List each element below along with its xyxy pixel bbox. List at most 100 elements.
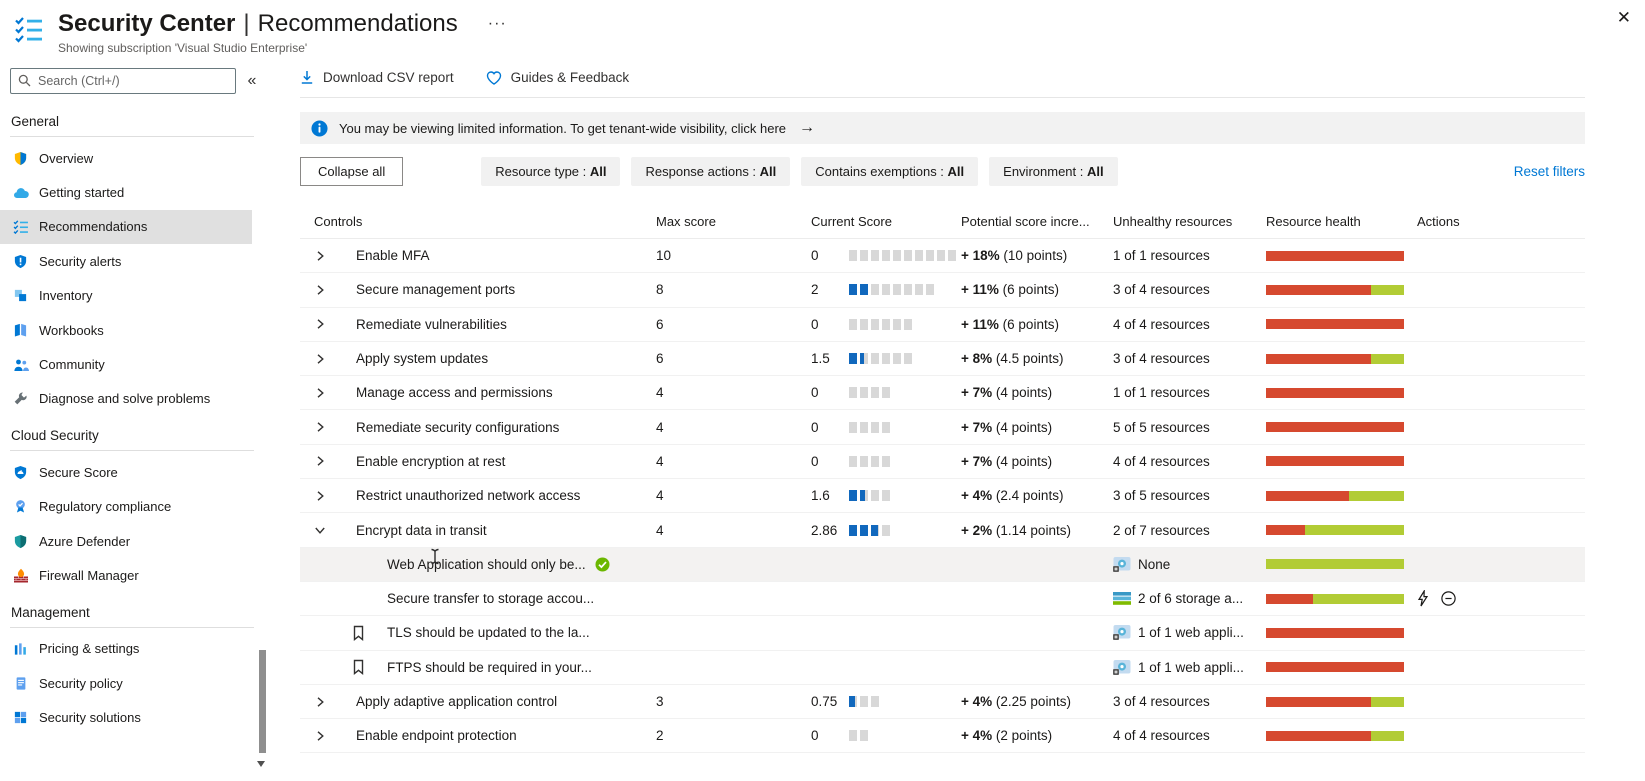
control-row-remediate-security-configurations[interactable]: Remediate security configurations40+ 7% … <box>300 410 1585 444</box>
pricing-icon <box>12 642 29 656</box>
sidebar-section-management: Management <box>0 593 270 627</box>
sidebar-item-secure-score[interactable]: Secure Score <box>0 455 252 489</box>
guides-feedback-button[interactable]: Guides & Feedback <box>486 70 630 85</box>
chevron-right-icon[interactable] <box>314 730 340 742</box>
sidebar-item-security-solutions[interactable]: Security solutions <box>0 700 252 734</box>
column-header-resource-health[interactable]: Resource health <box>1266 214 1411 229</box>
chevron-right-icon[interactable] <box>314 250 340 262</box>
column-header-potential-score-incre[interactable]: Potential score incre... <box>957 214 1109 229</box>
filter-pill-environment[interactable]: Environment : All <box>989 157 1117 186</box>
potential-increase-percent: + 4% <box>961 488 992 503</box>
resource-health-bar <box>1266 491 1404 501</box>
chevron-right-icon[interactable] <box>314 490 340 502</box>
control-row-enable-endpoint-protection[interactable]: Enable endpoint protection20+ 4% (2 poin… <box>300 719 1585 753</box>
chevron-right-icon[interactable] <box>314 696 340 708</box>
sidebar-item-regulatory-compliance[interactable]: Regulatory compliance <box>0 490 252 524</box>
current-score-value: 0 <box>811 385 849 400</box>
chevron-right-icon[interactable] <box>314 318 340 330</box>
search-input[interactable] <box>10 68 236 94</box>
control-row-enable-encryption-at-rest[interactable]: Enable encryption at rest40+ 7% (4 point… <box>300 445 1585 479</box>
sidebar-item-label: Getting started <box>39 185 124 200</box>
resource-health-bar <box>1266 251 1404 261</box>
control-row-enable-mfa[interactable]: Enable MFA100+ 18% (10 points)1 of 1 res… <box>300 239 1585 273</box>
control-row-encrypt-data-in-transit[interactable]: Encrypt data in transit42.86+ 2% (1.14 p… <box>300 513 1585 547</box>
sidebar-item-security-policy[interactable]: Security policy <box>0 666 252 700</box>
download-csv-report-button[interactable]: Download CSV report <box>300 70 454 85</box>
resource-health-bar <box>1266 559 1404 569</box>
sidebar-scrollbar[interactable] <box>259 650 266 753</box>
sidebar-item-community[interactable]: Community <box>0 347 252 381</box>
table-body: Enable MFA100+ 18% (10 points)1 of 1 res… <box>300 239 1585 753</box>
column-header-unhealthy-resources[interactable]: Unhealthy resources <box>1109 214 1266 229</box>
sidebar-item-security-alerts[interactable]: Security alerts <box>0 244 252 278</box>
chevron-down-icon[interactable] <box>314 524 340 536</box>
arrow-right-icon[interactable]: → <box>799 119 815 137</box>
workbooks-icon <box>12 323 29 337</box>
resource-health-bar <box>1266 319 1404 329</box>
score-bar <box>849 525 890 536</box>
filter-pill-contains-exemptions[interactable]: Contains exemptions : All <box>801 157 978 186</box>
potential-increase-points: (2.25 points) <box>992 694 1071 709</box>
filter-bar: Collapse all Resource type : All Response… <box>300 157 1585 186</box>
command-label: Download CSV report <box>323 70 454 85</box>
recommendation-row-web-application-should-only-be[interactable]: Web Application should only be...None <box>300 548 1585 582</box>
chevron-right-icon[interactable] <box>314 284 340 296</box>
column-header-actions[interactable]: Actions <box>1411 214 1585 229</box>
sidebar-item-label: Workbooks <box>39 323 104 338</box>
resource-health-bar <box>1266 697 1404 707</box>
sidebar-item-azure-defender[interactable]: Azure Defender <box>0 524 252 558</box>
potential-increase-points: (4 points) <box>992 385 1052 400</box>
chevron-right-icon[interactable] <box>314 353 340 365</box>
sidebar-item-workbooks[interactable]: Workbooks <box>0 313 252 347</box>
sidebar-item-firewall-manager[interactable]: Firewall Manager <box>0 558 252 592</box>
sidebar-item-inventory[interactable]: Inventory <box>0 279 252 313</box>
banner-text[interactable]: You may be viewing limited information. … <box>339 121 786 136</box>
control-row-remediate-vulnerabilities[interactable]: Remediate vulnerabilities60+ 11% (6 poin… <box>300 308 1585 342</box>
recommendation-row-tls-should-be-updated-to-the-la[interactable]: TLS should be updated to the la...1 of 1… <box>300 616 1585 650</box>
potential-increase-points: (4.5 points) <box>992 351 1063 366</box>
current-score-value: 0 <box>811 728 849 743</box>
max-score-value: 4 <box>652 454 807 469</box>
potential-increase-points: (4 points) <box>992 420 1052 435</box>
reset-filters-link[interactable]: Reset filters <box>1514 164 1585 179</box>
recommendation-row-secure-transfer-to-storage-accou[interactable]: Secure transfer to storage accou...2 of … <box>300 582 1585 616</box>
quick-fix-icon[interactable] <box>1417 590 1429 607</box>
recommendation-name: TLS should be updated to the la... <box>387 625 590 640</box>
unhealthy-resources-value: None <box>1138 557 1170 572</box>
bookmark-icon[interactable] <box>352 659 376 675</box>
control-row-restrict-unauthorized-network-access[interactable]: Restrict unauthorized network access41.6… <box>300 479 1585 513</box>
close-icon[interactable]: ✕ <box>1617 8 1631 28</box>
unhealthy-resources-value: 2 of 7 resources <box>1113 523 1210 538</box>
bookmark-icon[interactable] <box>352 625 376 641</box>
current-score-value: 0 <box>811 317 849 332</box>
score-bar <box>849 456 890 467</box>
collapse-all-button[interactable]: Collapse all <box>300 157 403 186</box>
chevron-right-icon[interactable] <box>314 455 340 467</box>
sidebar-item-getting-started[interactable]: Getting started <box>0 175 252 209</box>
control-row-manage-access-and-permissions[interactable]: Manage access and permissions40+ 7% (4 p… <box>300 376 1585 410</box>
sidebar-item-recommendations[interactable]: Recommendations <box>0 210 252 244</box>
sidebar-item-label: Security alerts <box>39 254 121 269</box>
chevron-right-icon[interactable] <box>314 421 340 433</box>
column-header-current-score[interactable]: Current Score <box>807 214 957 229</box>
control-row-apply-adaptive-application-control[interactable]: Apply adaptive application control30.75+… <box>300 685 1585 719</box>
sidebar-item-diagnose-and-solve-problems[interactable]: Diagnose and solve problems <box>0 382 252 416</box>
control-row-apply-system-updates[interactable]: Apply system updates61.5+ 8% (4.5 points… <box>300 342 1585 376</box>
sidebar-item-overview[interactable]: Overview <box>0 141 252 175</box>
sidebar-item-pricing-settings[interactable]: Pricing & settings <box>0 632 252 666</box>
scroll-down-arrow-icon[interactable] <box>257 761 265 767</box>
column-header-max-score[interactable]: Max score <box>652 214 807 229</box>
sidebar-nav: GeneralOverviewGetting startedRecommenda… <box>0 102 270 735</box>
exempt-icon[interactable] <box>1441 591 1456 606</box>
recommendation-row-ftps-should-be-required-in-your[interactable]: FTPS should be required in your...1 of 1… <box>300 651 1585 685</box>
more-options-button[interactable]: ··· <box>488 15 507 33</box>
filter-pill-resource-type[interactable]: Resource type : All <box>481 157 620 186</box>
filter-pill-response-actions[interactable]: Response actions : All <box>631 157 790 186</box>
max-score-value: 4 <box>652 420 807 435</box>
column-header-controls[interactable]: Controls <box>300 214 652 229</box>
control-row-secure-management-ports[interactable]: Secure management ports82+ 11% (6 points… <box>300 273 1585 307</box>
sidebar-collapse-button[interactable]: « <box>240 72 264 90</box>
chevron-right-icon[interactable] <box>314 387 340 399</box>
info-icon <box>311 120 328 137</box>
inventory-icon <box>12 288 29 303</box>
